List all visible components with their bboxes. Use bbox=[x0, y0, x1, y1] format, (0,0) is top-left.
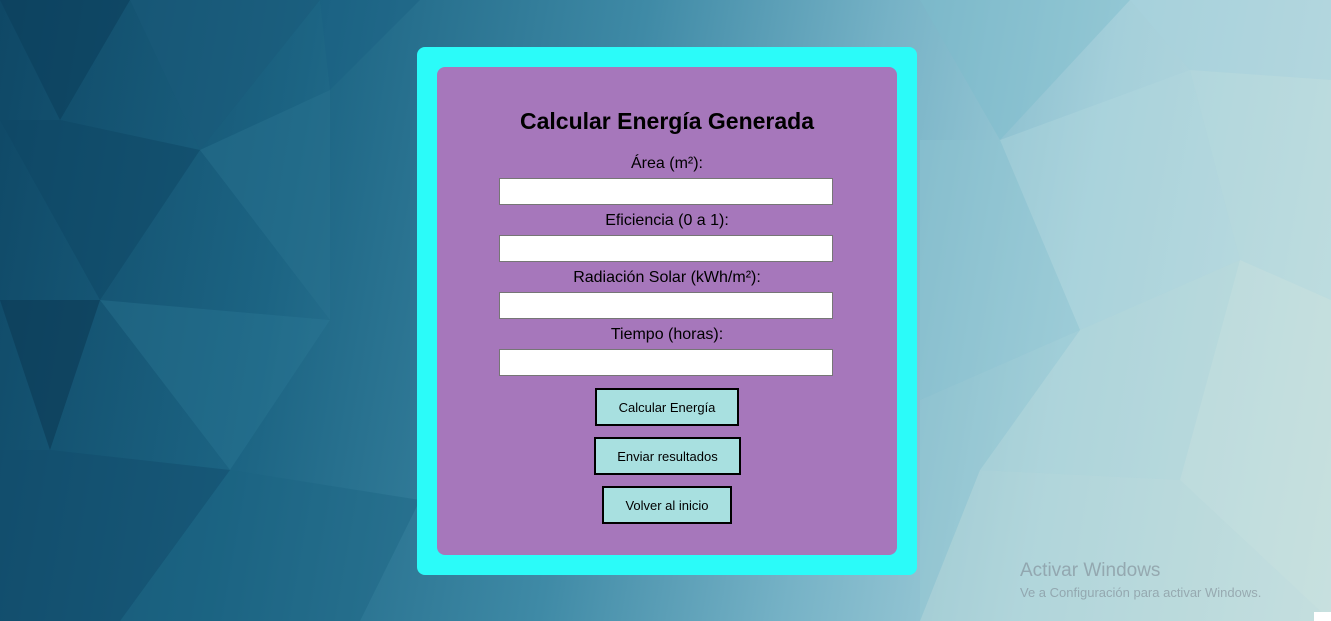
efficiency-input[interactable] bbox=[499, 235, 833, 262]
page-title: Calcular Energía Generada bbox=[519, 108, 814, 134]
solar-radiation-label: Radiación Solar (kWh/m²): bbox=[573, 269, 761, 286]
activate-windows-watermark: Activar Windows Ve a Configuración para … bbox=[1020, 559, 1261, 603]
efficiency-label: Eficiencia (0 a 1): bbox=[605, 212, 729, 229]
watermark-subtitle: Ve a Configuración para activar Windows. bbox=[1020, 585, 1262, 600]
area-input[interactable] bbox=[499, 178, 833, 205]
corner-element bbox=[1314, 612, 1331, 621]
solar-radiation-input[interactable] bbox=[499, 292, 833, 319]
form-card: Calcular Energía Generada Área (m²): Efi… bbox=[437, 67, 897, 555]
time-label: Tiempo (horas): bbox=[610, 326, 724, 343]
calculate-energy-button[interactable]: Calcular Energía bbox=[595, 388, 739, 426]
form-card-outer: Calcular Energía Generada Área (m²): Efi… bbox=[417, 47, 917, 575]
back-to-home-button[interactable]: Volver al inicio bbox=[602, 486, 732, 524]
send-results-button[interactable]: Enviar resultados bbox=[594, 437, 741, 475]
time-input[interactable] bbox=[499, 349, 833, 376]
area-label: Área (m²): bbox=[631, 155, 703, 172]
watermark-title: Activar Windows bbox=[1020, 560, 1161, 581]
